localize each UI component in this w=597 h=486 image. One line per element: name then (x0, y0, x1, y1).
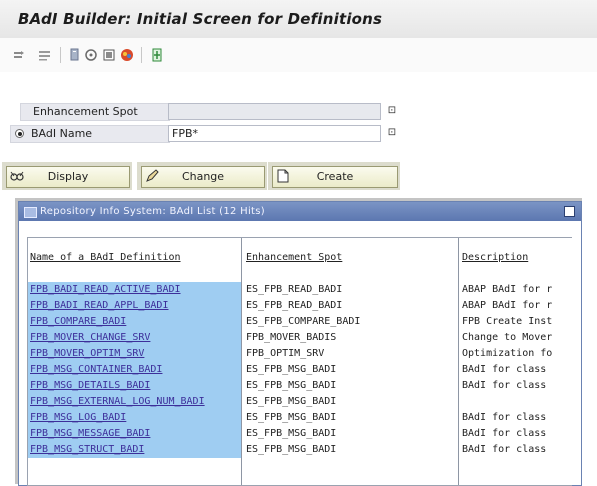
badi-name-cell[interactable]: FPB_BADI_READ_APPL_BADI (30, 298, 238, 314)
column-header-spot[interactable]: Enhancement Spot (246, 252, 456, 266)
enhancement-spot-input[interactable] (168, 103, 381, 120)
description-cell (462, 394, 572, 410)
table-row[interactable]: FPB_MSG_MESSAGE_BADI ES_FPB_MSG_BADI BAdI … (28, 426, 572, 442)
badi-name-input[interactable]: FPB* (168, 125, 381, 142)
change-button-label: Change (181, 170, 225, 183)
toolbar-separator (141, 47, 142, 63)
badi-name-cell[interactable]: FPB_MSG_STRUCT_BADI (30, 442, 238, 458)
window-title: BAdI Builder: Initial Screen for Definit… (18, 10, 383, 28)
table-row[interactable]: FPB_MSG_STRUCT_BADI ES_FPB_MSG_BADI BAdI f… (28, 442, 572, 458)
description-cell: Change to Mover (462, 332, 553, 343)
enhancement-spot-cell: ES_FPB_READ_BADI (246, 284, 343, 295)
enhancement-spot-cell: ES_FPB_MSG_BADI (246, 364, 337, 375)
enhancement-spot-cell: ES_FPB_COMPARE_BADI (246, 316, 361, 327)
badi-name-cell[interactable]: FPB_COMPARE_BADI (30, 314, 238, 330)
display-button[interactable]: Display (6, 166, 130, 188)
table-row[interactable]: FPB_MOVER_OPTIM_SRV FPB_OPTIM_SRV Optimiza… (28, 346, 572, 362)
description-cell: FPB Create Inst (462, 316, 553, 327)
badi-name-cell[interactable]: FPB_MSG_LOG_BADI (30, 410, 238, 426)
badi-name-cell[interactable]: FPB_MSG_MESSAGE_BADI (30, 426, 238, 442)
table-row[interactable]: FPB_MSG_CONTAINER_BADI ES_FPB_MSG_BADI BAd… (28, 362, 572, 378)
change-button[interactable]: Change (141, 166, 265, 188)
table-row[interactable]: FPB_BADI_READ_APPL_BADI ES_FPB_READ_BADI A… (28, 298, 572, 314)
description-cell: BAdI for class (462, 412, 547, 423)
display-list-icon[interactable] (38, 48, 52, 62)
dialog-title-bar[interactable]: Repository Info System: BAdI List (12 Hi… (19, 202, 581, 221)
badi-name-radio[interactable] (15, 129, 24, 138)
back-icon[interactable] (12, 48, 26, 62)
value-help-icon[interactable]: ⊡ (386, 104, 398, 118)
new-document-icon (276, 169, 290, 183)
enhancement-spot-label-text: Enhancement Spot (33, 105, 138, 118)
create-button[interactable]: Create (272, 166, 398, 188)
badi-name-label: BAdI Name (10, 125, 170, 143)
table-row[interactable]: FPB_MSG_EXTERNAL_LOG_NUM_BADI ES_FPB_MSG_… (28, 394, 572, 410)
badi-name-cell[interactable]: FPB_BADI_READ_ACTIVE_BADI (30, 282, 238, 298)
enhancement-spot-cell: ES_FPB_MSG_BADI (246, 380, 337, 391)
enhancement-spot-label: Enhancement Spot (20, 103, 170, 121)
enhancement-spot-cell: ES_FPB_MSG_BADI (246, 396, 337, 407)
badi-name-cell[interactable]: FPB_MSG_EXTERNAL_LOG_NUM_BADI (30, 394, 238, 410)
close-icon[interactable] (564, 206, 575, 217)
info-icon[interactable] (84, 48, 98, 62)
enhancement-spot-cell: ES_FPB_READ_BADI (246, 300, 343, 311)
description-cell: BAdI for class (462, 444, 547, 455)
value-help-icon[interactable]: ⊡ (386, 126, 398, 140)
where-used-icon[interactable] (102, 48, 116, 62)
glasses-icon (10, 169, 24, 183)
enhancement-spot-cell: ES_FPB_MSG_BADI (246, 428, 337, 439)
display-button-label: Display (47, 170, 89, 183)
badi-name-cell[interactable]: FPB_MOVER_OPTIM_SRV (30, 346, 238, 362)
create-button-label: Create (316, 170, 354, 183)
table-row[interactable]: FPB_MSG_DETAILS_BADI ES_FPB_MSG_BADI BAdI … (28, 378, 572, 394)
badi-name-cell[interactable]: FPB_MSG_CONTAINER_BADI (30, 362, 238, 378)
badi-name-cell[interactable]: FPB_MSG_DETAILS_BADI (30, 378, 238, 394)
toolbar-separator (60, 47, 61, 63)
title-bar: BAdI Builder: Initial Screen for Definit… (0, 0, 597, 38)
table-row[interactable]: FPB_MSG_LOG_BADI ES_FPB_MSG_BADI BAdI for … (28, 410, 572, 426)
enhancement-spot-cell: FPB_MOVER_BADIS (246, 332, 337, 343)
description-cell: BAdI for class (462, 428, 547, 439)
application-toolbar (0, 38, 597, 72)
pencil-icon (145, 169, 159, 183)
description-cell: ABAP BAdI for r (462, 300, 553, 311)
description-cell: BAdI for class (462, 380, 547, 391)
badi-table: Name of a BAdI Definition Enhancement Sp… (27, 237, 572, 486)
check-icon[interactable] (120, 48, 134, 62)
activate-icon[interactable] (150, 48, 164, 62)
badi-name-label-text: BAdI Name (31, 127, 93, 140)
other-object-icon[interactable] (68, 48, 82, 62)
column-header-name[interactable]: Name of a BAdI Definition (30, 252, 240, 266)
window-icon (24, 207, 37, 218)
description-cell: BAdI for class (462, 364, 547, 375)
enhancement-spot-cell: ES_FPB_MSG_BADI (246, 444, 337, 455)
column-header-description[interactable]: Description (462, 252, 572, 266)
table-header: Name of a BAdI Definition Enhancement Sp… (28, 238, 572, 276)
badi-name-cell[interactable]: FPB_MOVER_CHANGE_SRV (30, 330, 238, 346)
description-cell: Optimization fo (462, 348, 553, 359)
table-row[interactable]: FPB_MOVER_CHANGE_SRV FPB_MOVER_BADIS Chang… (28, 330, 572, 346)
enhancement-spot-cell: FPB_OPTIM_SRV (246, 348, 325, 359)
table-row[interactable]: FPB_BADI_READ_ACTIVE_BADI ES_FPB_READ_BAD… (28, 282, 572, 298)
badi-list-dialog: Repository Info System: BAdI List (12 Hi… (18, 201, 582, 486)
description-cell: ABAP BAdI for r (462, 284, 553, 295)
dialog-title: Repository Info System: BAdI List (12 Hi… (40, 206, 265, 217)
enhancement-spot-cell: ES_FPB_MSG_BADI (246, 412, 337, 423)
table-row[interactable]: FPB_COMPARE_BADI ES_FPB_COMPARE_BADI FPB C… (28, 314, 572, 330)
